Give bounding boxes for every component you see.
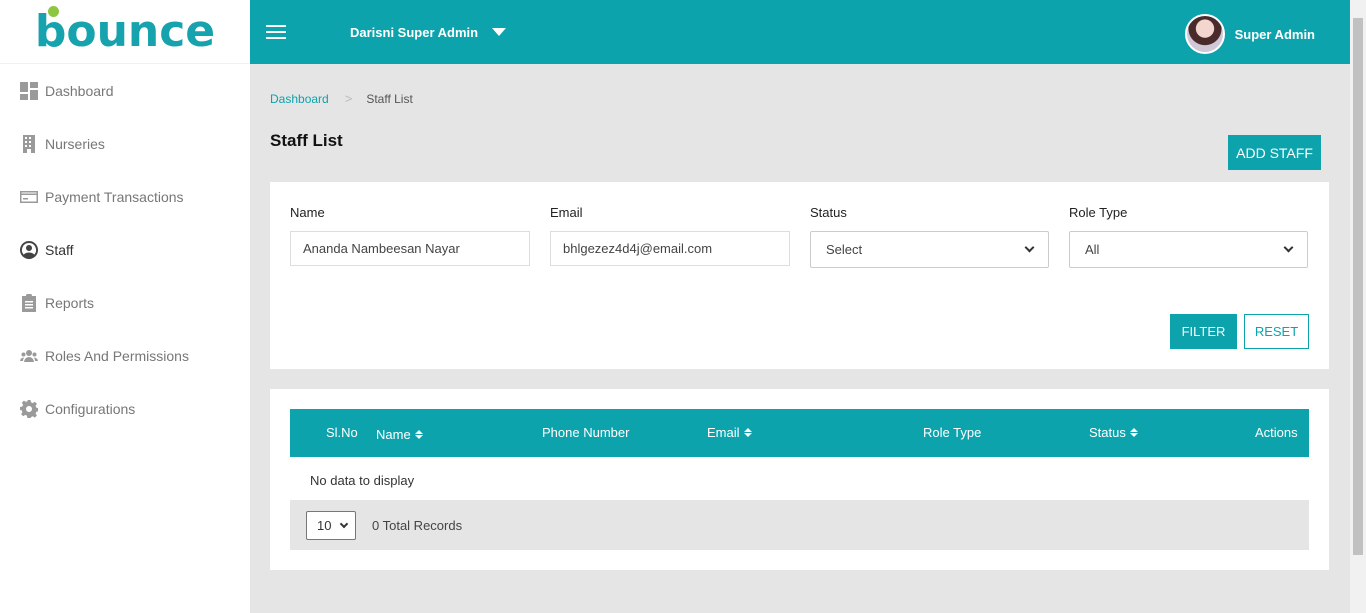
brand-logo[interactable]: bounce (0, 0, 250, 64)
column-header-actions: Actions (1255, 425, 1298, 440)
sort-icon[interactable] (1129, 428, 1138, 437)
dashboard-icon (20, 81, 38, 100)
column-header-name[interactable]: Name (376, 427, 423, 442)
breadcrumb: Dashboard > Staff List (270, 91, 1329, 106)
total-records: 0 Total Records (372, 518, 463, 533)
logo-dot (47, 5, 59, 17)
reset-button[interactable]: RESET (1244, 314, 1309, 349)
sidebar-item-configurations[interactable]: Configurations (0, 382, 250, 435)
sidebar-item-nurseries[interactable]: Nurseries (0, 117, 250, 170)
avatar (1184, 14, 1225, 54)
staff-table-panel: Sl.No Name Phone Number Email Role Type … (270, 389, 1329, 570)
column-header-email[interactable]: Email (707, 425, 752, 440)
building-icon (20, 134, 38, 153)
sidebar-item-label: Nurseries (45, 135, 105, 152)
email-label: Email (550, 205, 583, 220)
sidebar-item-label: Configurations (45, 400, 136, 417)
column-header-phone-number: Phone Number (542, 425, 630, 440)
role-type-select[interactable]: All (1069, 231, 1308, 268)
sidebar-item-staff[interactable]: Staff (0, 223, 250, 276)
breadcrumb-current: Staff List (366, 91, 413, 106)
page-size-select[interactable]: 10 (306, 511, 356, 540)
scrollbar-thumb[interactable] (1353, 18, 1363, 555)
add-staff-button[interactable]: ADD STAFF (1228, 135, 1321, 170)
page-size-value: 10 (317, 518, 332, 533)
sidebar-item-label: Roles And Permissions (45, 347, 189, 364)
sort-icon[interactable] (743, 428, 752, 437)
user-circle-icon (20, 240, 38, 259)
gear-icon (20, 399, 38, 418)
logo-text: bounce (34, 5, 216, 57)
sidebar-item-dashboard[interactable]: Dashboard (0, 64, 250, 117)
status-label: Status (810, 205, 847, 220)
sidebar-item-label: Staff (45, 241, 74, 258)
title-row: Staff List ADD STAFF (270, 131, 1329, 171)
menu-toggle-icon[interactable] (266, 25, 286, 39)
name-input[interactable] (290, 231, 530, 266)
user-name: Super Admin (1234, 26, 1315, 42)
admin-context-dropdown[interactable]: Darisni Super Admin (350, 24, 507, 40)
breadcrumb-home-link[interactable]: Dashboard (270, 92, 329, 106)
empty-table-message: No data to display (310, 473, 415, 488)
sort-icon[interactable] (414, 430, 423, 439)
sidebar-item-reports[interactable]: Reports (0, 276, 250, 329)
column-header-status[interactable]: Status (1089, 425, 1138, 440)
email-input[interactable] (550, 231, 790, 266)
clipboard-icon (20, 293, 38, 312)
main-content: Dashboard > Staff List Staff List ADD ST… (270, 64, 1329, 570)
breadcrumb-separator: > (344, 91, 353, 106)
table-footer: 10 0 Total Records (290, 500, 1309, 550)
top-header: Darisni Super Admin Super Admin (250, 0, 1350, 64)
role-type-select-value: All (1085, 242, 1100, 257)
role-type-filter: Role Type All (1069, 205, 1309, 268)
sidebar-item-label: Dashboard (45, 82, 114, 99)
column-header-slno: Sl.No (326, 425, 358, 440)
name-filter: Name (290, 205, 530, 266)
caret-down-icon (492, 28, 507, 36)
table-header: Sl.No Name Phone Number Email Role Type … (290, 409, 1309, 457)
chevron-down-icon (1283, 242, 1294, 253)
filter-button[interactable]: FILTER (1170, 314, 1237, 349)
page-title: Staff List (270, 131, 343, 150)
page-scrollbar[interactable] (1350, 0, 1366, 613)
filter-panel: Name Email Status Select Role Type All F… (270, 182, 1329, 369)
name-label: Name (290, 205, 325, 220)
sidebar-item-label: Reports (45, 294, 95, 311)
sidebar-item-label: Payment Transactions (45, 188, 184, 205)
sidebar-item-payment-transactions[interactable]: Payment Transactions (0, 170, 250, 223)
email-filter: Email (550, 205, 790, 266)
admin-context-label: Darisni Super Admin (350, 24, 479, 40)
column-header-role-type: Role Type (923, 425, 982, 440)
credit-card-icon (20, 188, 38, 206)
status-select-value: Select (826, 242, 863, 257)
chevron-down-icon (339, 519, 349, 528)
chevron-down-icon (1024, 242, 1035, 253)
users-icon (20, 347, 38, 365)
role-type-label: Role Type (1069, 205, 1128, 220)
sidebar: bounce Dashboard Nurseries Payment Trans… (0, 0, 250, 613)
status-select[interactable]: Select (810, 231, 1049, 268)
sidebar-nav: Dashboard Nurseries Payment Transactions… (0, 64, 250, 435)
user-menu[interactable]: Super Admin (1184, 14, 1315, 54)
sidebar-item-roles-and-permissions[interactable]: Roles And Permissions (0, 329, 250, 382)
status-filter: Status Select (810, 205, 1050, 268)
